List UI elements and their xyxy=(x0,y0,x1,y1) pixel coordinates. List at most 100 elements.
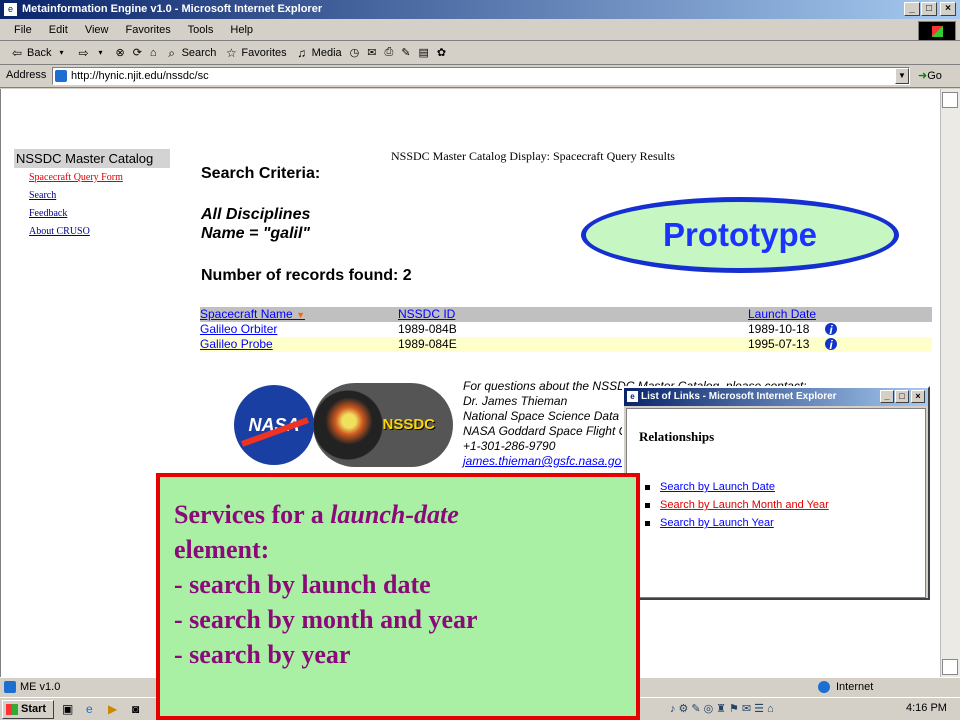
info-icon[interactable]: i xyxy=(825,323,837,337)
results-table: Spacecraft Name ▼ NSSDC ID Launch Date G… xyxy=(200,307,932,352)
quick-launch-desktop-icon[interactable]: ▣ xyxy=(62,702,73,716)
messenger-icon[interactable]: ✿ xyxy=(437,46,446,59)
criteria-heading: Search Criteria: xyxy=(201,165,321,182)
column-header-spacecraft-name[interactable]: Spacecraft Name ▼ xyxy=(200,307,305,323)
favorites-button[interactable]: ☆ Favorites xyxy=(224,45,287,60)
quick-launch-media-icon[interactable]: ▶ xyxy=(108,702,117,716)
callout-line-5: - search by year xyxy=(174,640,351,669)
nssdc-logo: NSSDC xyxy=(313,383,453,467)
menu-help[interactable]: Help xyxy=(230,24,253,36)
address-dropdown-button[interactable]: ▼ xyxy=(895,68,909,84)
system-tray-icons[interactable]: ♪⚙✎◎♜⚑✉☰⌂ xyxy=(670,702,777,715)
start-button[interactable]: Start xyxy=(2,700,54,719)
menu-view[interactable]: View xyxy=(85,24,109,36)
edit-icon[interactable]: ✎ xyxy=(401,46,410,59)
media-icon: ♫ xyxy=(297,45,307,60)
sidebar-title: NSSDC Master Catalog xyxy=(14,149,170,168)
search-button[interactable]: ⌕ Search xyxy=(165,46,216,60)
menu-tools[interactable]: Tools xyxy=(188,24,214,36)
relationships-heading: Relationships xyxy=(639,429,715,444)
records-count: Number of records found: 2 xyxy=(201,267,412,284)
nssdc-id-cell: 1989-084B xyxy=(398,322,457,336)
sidebar-link-about-cruso[interactable]: About CRUSO xyxy=(29,226,90,237)
print-icon[interactable]: ⎙ xyxy=(384,46,393,59)
vertical-scrollbar[interactable] xyxy=(940,89,960,677)
callout-line-4: - search by month and year xyxy=(174,605,478,634)
sidebar-link-spacecraft-query-form[interactable]: Spacecraft Query Form xyxy=(29,172,123,183)
sidebar-link-search[interactable]: Search xyxy=(29,190,56,201)
address-label: Address xyxy=(6,69,47,81)
menu-file[interactable]: File xyxy=(14,24,32,36)
list-of-links-window: e List of Links - Microsoft Internet Exp… xyxy=(622,386,930,600)
menu-favorites[interactable]: Favorites xyxy=(126,24,171,36)
forward-arrow-icon: ⇨ xyxy=(78,45,89,60)
popup-close-button[interactable]: × xyxy=(911,390,925,403)
nssdc-id-cell: 1989-084E xyxy=(398,337,457,351)
sidebar-link-feedback[interactable]: Feedback xyxy=(29,208,67,219)
window-title: Metainformation Engine v1.0 - Microsoft … xyxy=(22,3,323,15)
prototype-oval: Prototype xyxy=(581,197,899,273)
table-row: Galileo Probe 1989-084E 1995-07-13 i xyxy=(200,337,932,352)
quick-launch-ie-icon[interactable]: e xyxy=(86,702,93,716)
spacecraft-link[interactable]: Galileo Probe xyxy=(200,337,273,352)
clock: 4:16 PM xyxy=(906,702,947,714)
ie-icon: e xyxy=(627,391,638,402)
scroll-up-button[interactable] xyxy=(942,92,958,108)
close-button[interactable]: × xyxy=(940,2,956,16)
spacecraft-link[interactable]: Galileo Orbiter xyxy=(200,322,277,337)
stop-icon[interactable]: ⊗ xyxy=(115,46,124,59)
maximize-button[interactable]: □ xyxy=(921,2,937,16)
address-input[interactable]: http://hynic.njit.edu/nssdc/sc xyxy=(52,67,910,85)
page-title: NSSDC Master Catalog Display: Spacecraft… xyxy=(391,149,675,163)
discuss-icon[interactable]: ▤ xyxy=(419,46,429,59)
popup-titlebar[interactable]: e List of Links - Microsoft Internet Exp… xyxy=(624,388,928,406)
table-header-row: Spacecraft Name ▼ NSSDC ID Launch Date xyxy=(200,307,932,322)
menu-edit[interactable]: Edit xyxy=(49,24,68,36)
popup-body: Relationships Search by Launch Date Sear… xyxy=(626,408,926,598)
refresh-icon[interactable]: ⟳ xyxy=(133,46,142,59)
criteria-disciplines: All Disciplines xyxy=(201,206,311,223)
popup-maximize-button[interactable]: □ xyxy=(895,390,909,403)
column-header-launch-date[interactable]: Launch Date xyxy=(748,307,816,322)
link-search-by-launch-year[interactable]: Search by Launch Year xyxy=(645,517,774,529)
minimize-button[interactable]: _ xyxy=(904,2,920,16)
chevron-down-icon: ▾ xyxy=(98,47,103,57)
popup-minimize-button[interactable]: _ xyxy=(880,390,894,403)
address-url: http://hynic.njit.edu/nssdc/sc xyxy=(71,70,209,82)
chevron-down-icon: ▾ xyxy=(59,47,64,57)
menu-bar: File Edit View Favorites Tools Help xyxy=(0,19,960,41)
address-bar: Address http://hynic.njit.edu/nssdc/sc ▼… xyxy=(0,65,960,88)
forward-button[interactable]: ⇨ ▾ xyxy=(76,46,107,60)
window-titlebar[interactable]: Metainformation Engine v1.0 - Microsoft … xyxy=(0,0,960,19)
link-search-by-launch-month-year[interactable]: Search by Launch Month and Year xyxy=(645,499,829,511)
link-search-by-launch-date[interactable]: Search by Launch Date xyxy=(645,481,775,493)
go-arrow-icon: ➜ xyxy=(918,70,928,82)
info-icon[interactable]: i xyxy=(825,338,837,352)
launch-date-cell[interactable]: 1989-10-18 xyxy=(748,322,809,337)
quick-launch-outlook-icon[interactable]: ◙ xyxy=(132,702,139,716)
back-button[interactable]: ⇦ Back ▾ xyxy=(10,46,68,60)
star-icon: ☆ xyxy=(226,45,237,60)
criteria-name: Name = "galil" xyxy=(201,225,310,242)
column-header-nssdc-id[interactable]: NSSDC ID xyxy=(398,307,455,322)
security-zone: Internet xyxy=(836,681,874,693)
go-button[interactable]: ➜Go xyxy=(918,69,942,82)
standard-toolbar: ⇦ Back ▾ ⇨ ▾ ⊗ ⟳ ⌂ ⌕ Search ☆ Favorites ♫ Medi… xyxy=(0,41,960,65)
globe-icon xyxy=(818,681,830,693)
ie-icon: e xyxy=(3,2,18,17)
callout-line-3: - search by launch date xyxy=(174,570,431,599)
launch-date-cell[interactable]: 1995-07-13 xyxy=(748,337,809,352)
sort-arrow-icon: ▼ xyxy=(296,310,305,320)
mail-icon[interactable]: ✉ xyxy=(367,46,376,59)
services-callout: Services for a launch-date element: - se… xyxy=(156,473,640,720)
status-text: ME v1.0 xyxy=(20,681,61,693)
media-button[interactable]: ♫ Media xyxy=(295,45,341,60)
star-burst-icon xyxy=(325,397,373,445)
callout-line-1: Services for a launch-date xyxy=(174,500,459,529)
nasa-logo: NASA xyxy=(234,385,314,465)
home-icon[interactable]: ⌂ xyxy=(150,47,157,59)
windows-logo-icon xyxy=(918,21,956,41)
scroll-down-button[interactable] xyxy=(942,659,958,675)
back-arrow-icon: ⇦ xyxy=(11,45,23,60)
history-icon[interactable]: ◷ xyxy=(350,46,360,59)
